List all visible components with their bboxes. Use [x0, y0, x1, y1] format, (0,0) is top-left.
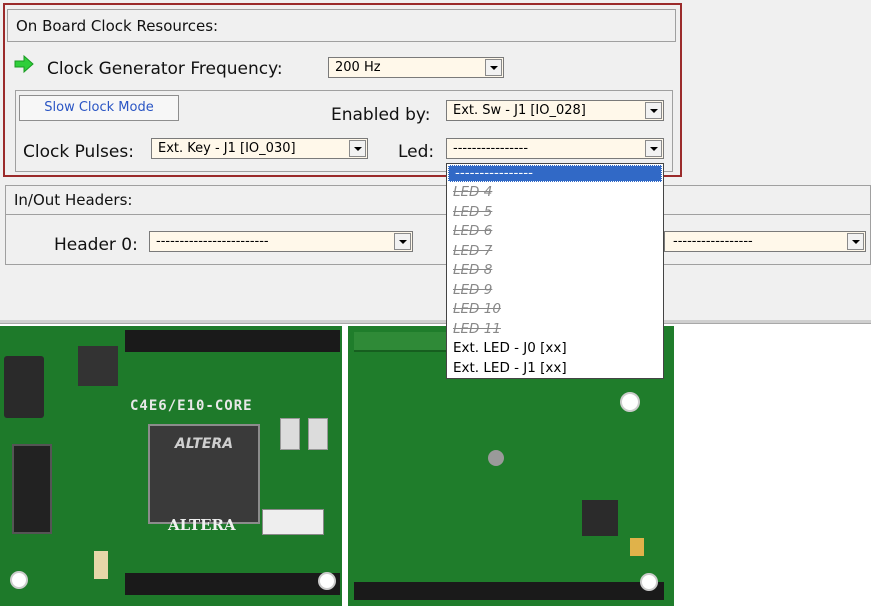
capacitor: [630, 538, 644, 556]
board-model-label: C4E6/E10-CORE: [130, 398, 253, 414]
led-value: ----------------: [453, 141, 529, 156]
clock-pulses-label: Clock Pulses:: [23, 142, 134, 162]
led-option[interactable]: Ext. LED - J0 [xx]: [447, 339, 663, 359]
dropdown-arrow-icon[interactable]: [645, 102, 662, 119]
enabled-by-label: Enabled by:: [331, 105, 431, 125]
clock-pulses-value: Ext. Key - J1 [IO_030]: [158, 141, 296, 156]
enabled-by-select[interactable]: Ext. Sw - J1 [IO_028]: [446, 100, 664, 121]
mount-hole: [10, 571, 28, 589]
power-jack: [4, 356, 44, 418]
board-photo-front: C4E6/E10-CORE ALTERA ALTERA: [0, 326, 342, 606]
clock-frequency-label: Clock Generator Frequency:: [47, 59, 283, 79]
pin-header-bottom: [125, 573, 340, 595]
led-option[interactable]: LED 10: [447, 300, 663, 320]
led-option[interactable]: LED 9: [447, 281, 663, 301]
jtag-header: [12, 444, 52, 534]
led-option[interactable]: ----------------: [448, 165, 662, 182]
led-select[interactable]: ----------------: [446, 138, 664, 159]
regulator: [78, 346, 118, 386]
led-dropdown-list[interactable]: ---------------- LED 4 LED 5 LED 6 LED 7…: [446, 163, 664, 379]
dropdown-arrow-icon[interactable]: [847, 233, 864, 250]
dropdown-arrow-icon[interactable]: [394, 233, 411, 250]
led-option[interactable]: LED 5: [447, 203, 663, 223]
crystal: [94, 551, 108, 579]
panel-separator: [0, 320, 871, 324]
led-option[interactable]: LED 8: [447, 261, 663, 281]
header0-value: ------------------------: [156, 234, 269, 249]
header0-select[interactable]: ------------------------: [149, 231, 413, 252]
clock-pulses-select[interactable]: Ext. Key - J1 [IO_030]: [151, 138, 368, 159]
clock-section-title: On Board Clock Resources:: [16, 17, 219, 35]
chip-label: ALTERA: [174, 436, 234, 452]
clock-frequency-value: 200 Hz: [335, 60, 381, 75]
dropdown-arrow-icon[interactable]: [645, 140, 662, 157]
header0-label: Header 0:: [54, 235, 138, 255]
push-button-2: [308, 418, 328, 450]
clock-frequency-select[interactable]: 200 Hz: [328, 57, 504, 78]
pin-header-top: [125, 330, 340, 352]
pin-row-bottom: [354, 582, 664, 600]
header1-value: -----------------: [673, 234, 753, 249]
green-arrow-icon: [13, 54, 37, 74]
mount-hole: [318, 572, 336, 590]
mount-hole: [620, 392, 640, 412]
dip-switch: [262, 509, 324, 535]
headers-section-title: In/Out Headers:: [14, 191, 133, 209]
led-label: Led:: [398, 142, 435, 162]
header1-select[interactable]: -----------------: [664, 231, 866, 252]
led-option[interactable]: LED 7: [447, 242, 663, 262]
fpga-chip: ALTERA: [148, 424, 260, 524]
dropdown-arrow-icon[interactable]: [349, 140, 366, 157]
led-option[interactable]: Ext. LED - J1 [xx]: [447, 359, 663, 379]
led-option[interactable]: LED 11: [447, 320, 663, 340]
mount-hole: [640, 573, 658, 591]
component: [488, 450, 504, 466]
led-option[interactable]: LED 6: [447, 222, 663, 242]
push-button-1: [280, 418, 300, 450]
led-option[interactable]: LED 4: [447, 183, 663, 203]
inductor: [582, 500, 618, 536]
dropdown-arrow-icon[interactable]: [485, 59, 502, 76]
slow-clock-mode-button[interactable]: Slow Clock Mode: [19, 95, 179, 121]
clock-section-header: On Board Clock Resources:: [7, 9, 676, 42]
brand-label: ALTERA: [168, 516, 236, 534]
headers-section-header: In/Out Headers:: [5, 185, 871, 215]
enabled-by-value: Ext. Sw - J1 [IO_028]: [453, 103, 586, 118]
